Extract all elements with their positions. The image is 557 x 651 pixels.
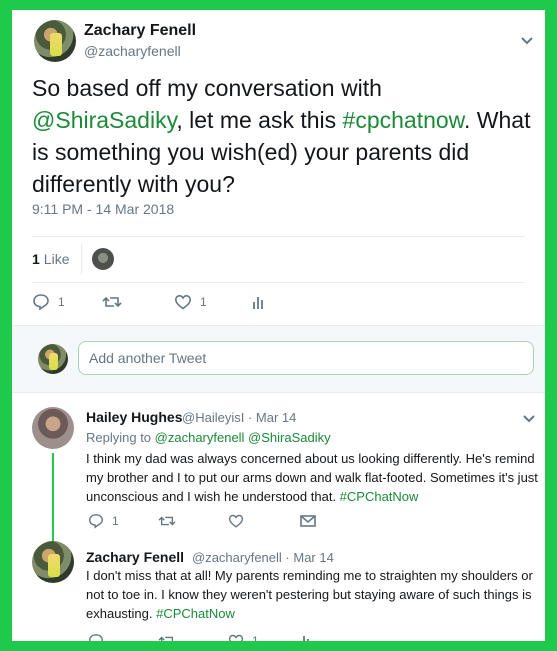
- analytics-button[interactable]: [298, 633, 312, 641]
- replying-to: Replying to @zacharyfenell @ShiraSadiky: [86, 430, 331, 445]
- reply-icon: [32, 293, 50, 311]
- author-handle[interactable]: @zacharyfenell: [84, 43, 181, 59]
- retweet-button[interactable]: [102, 293, 174, 311]
- reply-count: 1: [112, 514, 119, 528]
- hashtag-link[interactable]: #CPChatNow: [340, 489, 419, 504]
- heart-icon: [228, 633, 244, 641]
- retweet-icon: [158, 633, 176, 641]
- reply-tweet[interactable]: Hailey Hughes @HaileyisI · Mar 14 Replyi…: [12, 393, 545, 545]
- avatar[interactable]: [32, 541, 74, 583]
- author-name[interactable]: Zachary Fenell: [84, 22, 196, 40]
- replying-prefix: Replying to: [86, 430, 155, 445]
- reply-author-name[interactable]: Zachary Fenell: [86, 549, 184, 565]
- reply-button[interactable]: [88, 633, 158, 641]
- tweet-card: Zachary Fenell @zacharyfenell So based o…: [12, 10, 545, 641]
- retweet-icon: [158, 513, 176, 529]
- hashtag-link[interactable]: #CPChatNow: [156, 606, 235, 621]
- tweet-text: So based off my conversation with @Shira…: [32, 72, 532, 200]
- heart-icon: [228, 513, 244, 529]
- reply-actions: 1: [88, 626, 312, 641]
- replying-mentions[interactable]: @zacharyfenell @ShiraSadiky: [155, 430, 331, 445]
- retweet-button[interactable]: [158, 633, 228, 641]
- like-button[interactable]: 1: [228, 633, 298, 641]
- reply-icon: [88, 633, 104, 641]
- like-button[interactable]: 1: [174, 293, 252, 311]
- compose-bar: Add another Tweet: [12, 325, 545, 393]
- reply-date[interactable]: · Mar 14: [248, 410, 296, 425]
- liker-avatar[interactable]: [92, 248, 115, 270]
- message-button[interactable]: [300, 514, 316, 528]
- add-tweet-input[interactable]: Add another Tweet: [78, 341, 534, 375]
- tweet-text-part: So based off my conversation with: [32, 75, 382, 101]
- thread-line: [52, 453, 54, 545]
- reply-button[interactable]: 1: [88, 513, 158, 529]
- reply-author-name[interactable]: Hailey Hughes: [86, 409, 182, 425]
- divider: [81, 244, 83, 274]
- likes-label[interactable]: Like: [44, 251, 70, 267]
- reply-count: 1: [58, 295, 65, 309]
- likes-count[interactable]: 1: [32, 251, 40, 267]
- analytics-icon: [252, 294, 266, 310]
- reply-icon: [88, 513, 104, 529]
- thread-line: [52, 533, 54, 539]
- reply-meta: @HaileyisI · Mar 14: [182, 410, 296, 425]
- heart-icon: [174, 293, 192, 311]
- reply-tweet[interactable]: Zachary Fenell @zacharyfenell · Mar 14 I…: [12, 533, 545, 641]
- retweet-icon: [102, 293, 122, 311]
- tweet-timestamp[interactable]: 9:11 PM - 14 Mar 2018: [32, 201, 174, 217]
- analytics-button[interactable]: [252, 294, 266, 310]
- tweet-text-part: , let me ask this: [176, 107, 343, 133]
- retweet-button[interactable]: [158, 513, 228, 529]
- reply-author-handle[interactable]: @zacharyfenell: [192, 550, 282, 565]
- avatar: [38, 344, 68, 374]
- reply-text-body: I think my dad was always concerned abou…: [86, 451, 538, 504]
- reply-text: I don't miss that at all! My parents rem…: [86, 566, 545, 623]
- avatar[interactable]: [34, 20, 76, 62]
- likes-row: 1 Like: [32, 236, 115, 282]
- analytics-icon: [298, 633, 312, 641]
- envelope-icon: [300, 514, 316, 528]
- like-count: 1: [252, 634, 259, 641]
- mention-link[interactable]: @ShiraSadiky: [32, 107, 176, 133]
- reply-meta: @zacharyfenell · Mar 14: [192, 550, 334, 565]
- chevron-down-icon[interactable]: [522, 414, 536, 424]
- hashtag-link[interactable]: #cpchatnow: [343, 107, 464, 133]
- reply-text-body: I don't miss that at all! My parents rem…: [86, 568, 533, 621]
- reply-actions: 1: [88, 506, 316, 536]
- reply-text: I think my dad was always concerned abou…: [86, 449, 545, 506]
- avatar[interactable]: [32, 407, 74, 449]
- like-button[interactable]: [228, 513, 300, 529]
- like-count: 1: [200, 295, 207, 309]
- chevron-down-icon[interactable]: [520, 36, 534, 46]
- tweet-actions: 1 1: [32, 282, 266, 322]
- reply-date[interactable]: · Mar 14: [285, 550, 333, 565]
- reply-button[interactable]: 1: [32, 293, 102, 311]
- reply-author-handle[interactable]: @HaileyisI: [182, 410, 244, 425]
- main-tweet: Zachary Fenell @zacharyfenell So based o…: [12, 10, 545, 325]
